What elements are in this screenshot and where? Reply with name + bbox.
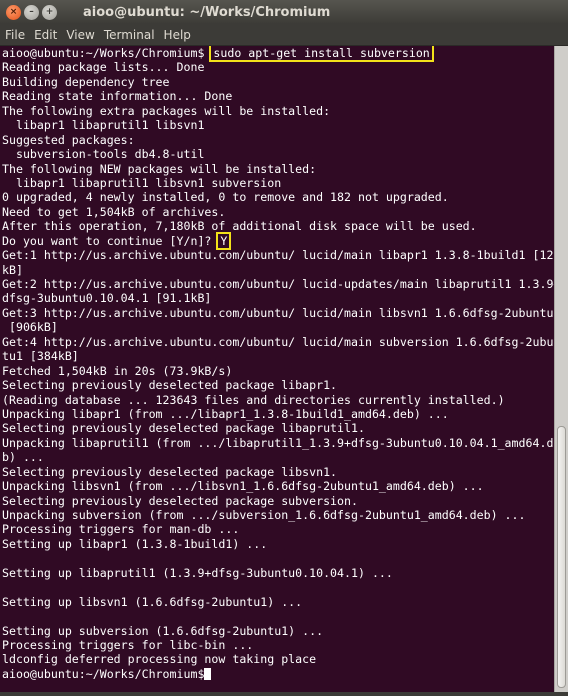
- terminal-line: The following NEW packages will be insta…: [2, 161, 317, 176]
- terminal-line: Unpacking libapr1 (from .../libapr1_1.3.…: [2, 406, 449, 421]
- terminal-line: The following extra packages will be ins…: [2, 103, 331, 118]
- terminal-line: Get:2 http://us.archive.ubuntu.com/ubunt…: [2, 277, 554, 291]
- terminal-line: 0 upgraded, 4 newly installed, 0 to remo…: [2, 190, 449, 205]
- terminal-line: Fetched 1,504kB in 20s (73.9kB/s): [2, 363, 233, 378]
- terminal-line: kB]: [2, 262, 23, 277]
- window-controls: × – +: [6, 4, 57, 20]
- terminal-line: Suggested packages:: [2, 132, 135, 147]
- terminal-line: Get:3 http://us.archive.ubuntu.com/ubunt…: [2, 305, 554, 320]
- terminal-line: Setting up libaprutil1 (1.3.9+dfsg-3ubun…: [2, 565, 393, 580]
- menu-file[interactable]: File: [0, 28, 29, 42]
- terminal-window: × – + aioo@ubuntu: ~/Works/Chromium File…: [0, 0, 568, 696]
- terminal-line: Processing triggers for libc-bin ...: [2, 637, 254, 652]
- highlighted-command: sudo apt-get install subversion: [209, 46, 434, 62]
- terminal-line: Setting up libsvn1 (1.6.6dfsg-2ubuntu1) …: [2, 594, 303, 609]
- terminal-line: Building dependency tree: [2, 74, 170, 89]
- terminal-line: Setting up subversion (1.6.6dfsg-2ubuntu…: [2, 623, 324, 638]
- shell-prompt: aioo@ubuntu:~/Works/Chromium$: [2, 46, 205, 60]
- command-line: aioo@ubuntu:~/Works/Chromium$ sudo apt-g…: [2, 46, 554, 62]
- vertical-scrollbar[interactable]: [554, 46, 568, 692]
- terminal-line: Need to get 1,504kB of archives.: [2, 204, 226, 219]
- terminal-line: Reading state information... Done: [2, 89, 233, 104]
- terminal-line: Get:1 http://us.archive.ubuntu.com/ubunt…: [2, 248, 554, 263]
- terminal-line: Selecting previously deselected package …: [2, 421, 365, 436]
- terminal-line: b) ...: [2, 450, 44, 465]
- scrollbar-thumb[interactable]: [557, 426, 566, 688]
- terminal-line: Setting up libapr1 (1.3.8-1build1) ...: [2, 536, 268, 551]
- continue-prompt-line: Do you want to continue [Y/n]? Y: [2, 231, 554, 250]
- continue-question: Do you want to continue [Y/n]?: [2, 233, 212, 248]
- menu-edit[interactable]: Edit: [29, 28, 61, 42]
- menu-terminal[interactable]: Terminal: [99, 28, 159, 42]
- terminal-line: Selecting previously deselected package …: [2, 378, 338, 393]
- terminal-line: Selecting previously deselected package …: [2, 464, 338, 479]
- menu-view[interactable]: View: [61, 28, 98, 42]
- terminal-line: ldconfig deferred processing now taking …: [2, 652, 317, 667]
- maximize-window-button[interactable]: +: [42, 4, 57, 20]
- terminal-line: Unpacking libsvn1 (from .../libsvn1_1.6.…: [2, 479, 484, 494]
- title-bar[interactable]: × – + aioo@ubuntu: ~/Works/Chromium: [0, 0, 568, 24]
- menu-bar: File Edit View Terminal Help: [0, 24, 568, 46]
- final-shell-prompt: aioo@ubuntu:~/Works/Chromium$: [2, 666, 205, 681]
- menu-help[interactable]: Help: [159, 28, 195, 42]
- terminal-line: Reading package lists... Done: [2, 60, 205, 75]
- window-bottom-border: [0, 692, 568, 696]
- terminal-line: dfsg-3ubuntu0.10.04.1 [91.1kB]: [2, 291, 212, 306]
- terminal-line: Unpacking libaprutil1 (from .../libaprut…: [2, 435, 554, 450]
- close-window-button[interactable]: ×: [6, 4, 21, 20]
- terminal-line: Processing triggers for man-db ...: [2, 522, 240, 537]
- terminal-line: Get:4 http://us.archive.ubuntu.com/ubunt…: [2, 334, 554, 349]
- terminal-line: After this operation, 7,180kB of additio…: [2, 219, 477, 234]
- highlighted-answer: Y: [216, 231, 232, 250]
- terminal-line: libapr1 libaprutil1 libsvn1 subversion: [2, 175, 282, 190]
- terminal-output[interactable]: aioo@ubuntu:~/Works/Chromium$ sudo apt-g…: [0, 46, 554, 692]
- terminal-line: [906kB]: [2, 320, 58, 335]
- terminal-line: libapr1 libaprutil1 libsvn1: [2, 118, 205, 133]
- terminal-line: Unpacking subversion (from .../subversio…: [2, 508, 526, 522]
- terminal-line: (Reading database ... 123643 files and d…: [2, 392, 505, 407]
- window-title: aioo@ubuntu: ~/Works/Chromium: [83, 4, 331, 20]
- terminal-line: tu1 [384kB]: [2, 349, 79, 364]
- terminal-line: Selecting previously deselected package …: [2, 493, 358, 508]
- minimize-window-button[interactable]: –: [24, 4, 39, 20]
- final-prompt-line: aioo@ubuntu:~/Works/Chromium$: [2, 667, 554, 681]
- terminal-line: subversion-tools db4.8-util: [2, 147, 205, 162]
- text-cursor: [204, 667, 212, 680]
